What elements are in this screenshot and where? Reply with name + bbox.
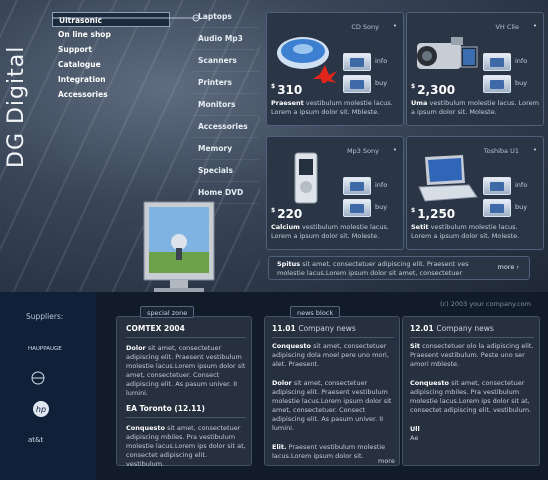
product-name: Toshiba U1: [483, 147, 519, 155]
special-item-text: Conquesto sit amet, consectetuer adipisc…: [126, 424, 246, 468]
info-label[interactable]: info: [375, 181, 387, 189]
special-item-text: Dolor sit amet, consectetuer adipiscing …: [126, 344, 246, 397]
divider: [126, 337, 246, 338]
nav-item-support[interactable]: Support: [52, 42, 170, 57]
info-button[interactable]: [483, 53, 511, 71]
product-menu-button[interactable]: •: [393, 22, 397, 30]
info-label[interactable]: info: [515, 181, 527, 189]
svg-text:hp: hp: [36, 405, 46, 414]
news-header[interactable]: 12.01 Company news: [410, 324, 534, 333]
news-paragraph: Conquesto sit amet, consectetuer adipisc…: [272, 342, 389, 368]
product-card-vh-clie: VH Clie • info buy $2,300 Uma vestibulum…: [406, 12, 544, 126]
promo-bar: Spitus sit amet, consectetuer adipiscing…: [268, 256, 530, 280]
product-description: Praesent vestibulum molestie lacus. Lore…: [271, 99, 393, 116]
special-item-2: EA Toronto (12.11) Conquesto sit amet, c…: [126, 404, 246, 469]
camcorder-image: [417, 37, 478, 69]
news-header[interactable]: 11.01 Company news: [272, 324, 394, 333]
news-block-tab[interactable]: news block: [290, 306, 341, 318]
news-paragraph: Ull: [410, 425, 420, 433]
brand-logo: DG Digital: [4, 45, 29, 168]
product-menu-button[interactable]: •: [533, 146, 537, 154]
news-paragraph: Dolor sit amet, consectetuer adipiscing …: [272, 379, 392, 432]
buy-label[interactable]: buy: [515, 203, 527, 211]
product-description: Calcium vestibulum molestie lacus. Lorem…: [271, 223, 389, 240]
nav-item-integration[interactable]: Integration: [52, 72, 170, 87]
product-name: CD Sony: [351, 23, 379, 31]
info-button[interactable]: [483, 177, 511, 195]
news-paragraph: Elit. Praesent vestibulum molestie lacus…: [272, 443, 386, 460]
divider: [272, 337, 394, 338]
info-button[interactable]: [343, 177, 371, 195]
buy-button[interactable]: [483, 199, 511, 217]
promo-more-link[interactable]: more ›: [497, 263, 519, 272]
nav-decoration-line: [52, 14, 200, 22]
category-laptops[interactable]: Laptops: [193, 6, 259, 28]
supplier-logo-globe[interactable]: [30, 370, 52, 386]
product-price: $310: [271, 83, 303, 97]
news-paragraph: Ae: [410, 434, 419, 442]
buy-button[interactable]: [483, 75, 511, 93]
buy-button[interactable]: [343, 199, 371, 217]
supplier-logo-hp[interactable]: hp: [30, 400, 52, 418]
info-button[interactable]: [343, 53, 371, 71]
laptop-image: [418, 155, 478, 202]
news-1: 11.01 Company news Conquesto sit amet, c…: [272, 324, 394, 461]
category-menu: Laptops Audio Mp3 Scanners Printers Moni…: [193, 6, 259, 206]
divider: [410, 337, 534, 338]
category-audio-mp3[interactable]: Audio Mp3: [193, 28, 259, 50]
supplier-logo-hauppauge[interactable]: HAUPPAUGE: [28, 346, 62, 352]
product-card-toshiba-u1: Toshiba U1 • info buy $1,250 Setit vesti…: [406, 136, 544, 250]
nav-item-online-shop[interactable]: On line shop: [52, 27, 170, 42]
product-price: $1,250: [411, 207, 456, 221]
buy-label[interactable]: buy: [375, 79, 387, 87]
nav-item-catalogue[interactable]: Catalogue: [52, 57, 170, 72]
product-card-cd-sony: CD Sony • info buy $310 Praesent vestibu…: [266, 12, 404, 126]
product-description: Setit vestibulum molestie lacus. Lorem a…: [411, 223, 520, 240]
news-paragraph: Conquesto sit amet, consectetuer adipisc…: [410, 379, 532, 414]
news-more-link[interactable]: more: [378, 457, 395, 465]
category-specials[interactable]: Specials: [193, 160, 259, 182]
special-item-title[interactable]: COMTEX 2004: [126, 324, 246, 333]
monitor-illustration: [143, 201, 215, 294]
category-accessories[interactable]: Accessories: [193, 116, 259, 138]
product-name: Mp3 Sony: [346, 147, 379, 155]
special-item-1: COMTEX 2004 Dolor sit amet, consectetuer…: [126, 324, 246, 398]
product-card-mp3-sony: Mp3 Sony • info buy $220 Calcium vestibu…: [266, 136, 404, 250]
product-menu-button[interactable]: •: [533, 22, 537, 30]
buy-label[interactable]: buy: [375, 203, 387, 211]
cd-player-image: [277, 37, 337, 83]
category-printers[interactable]: Printers: [193, 72, 259, 94]
product-name: VH Clie: [495, 23, 519, 31]
mp3-player-image: [294, 152, 318, 204]
special-item-title[interactable]: EA Toronto (12.11): [126, 404, 246, 413]
category-scanners[interactable]: Scanners: [193, 50, 259, 72]
divider: [126, 417, 246, 418]
news-paragraph: Sit consectetuer olo la adipiscing elit.…: [410, 342, 534, 368]
buy-button[interactable]: [343, 75, 371, 93]
nav-item-accessories[interactable]: Accessories: [52, 87, 170, 102]
category-monitors[interactable]: Monitors: [193, 94, 259, 116]
copyright-text: (c) 2003 your company.com: [440, 300, 531, 308]
news-2: 12.01 Company news Sit consectetuer olo …: [410, 324, 534, 443]
suppliers-title: Suppliers:: [26, 312, 64, 321]
product-price: $220: [271, 207, 303, 221]
product-menu-button[interactable]: •: [393, 146, 397, 154]
supplier-logo-att[interactable]: at&t: [28, 436, 43, 444]
category-memory[interactable]: Memory: [193, 138, 259, 160]
buy-label[interactable]: buy: [515, 79, 527, 87]
info-label[interactable]: info: [515, 57, 527, 65]
product-description: Uma vestibulum molestie lacus. Lorem a i…: [411, 99, 539, 116]
special-zone-tab[interactable]: special zone: [140, 306, 195, 318]
product-price: $2,300: [411, 83, 456, 97]
info-label[interactable]: info: [375, 57, 387, 65]
